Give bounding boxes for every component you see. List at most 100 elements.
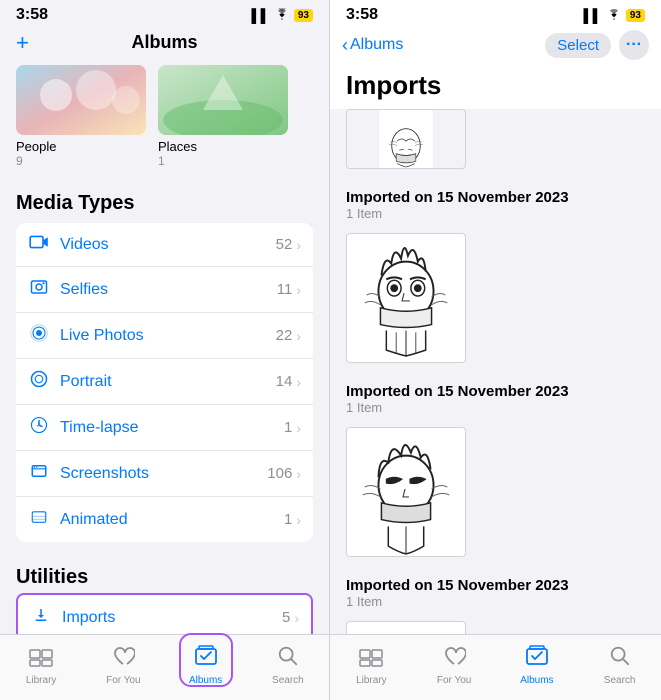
places-label: Places bbox=[158, 139, 197, 154]
wifi-icon bbox=[274, 8, 290, 23]
videos-icon bbox=[28, 234, 50, 255]
portrait-item[interactable]: Portrait 14 › bbox=[16, 359, 313, 405]
back-label: Albums bbox=[350, 36, 403, 54]
live-photos-chevron: › bbox=[296, 328, 301, 344]
left-page-title: Albums bbox=[131, 32, 197, 53]
import-date-1: Imported on 15 November 2023 bbox=[346, 189, 645, 206]
left-time: 3:58 bbox=[16, 6, 48, 24]
people-label: People bbox=[16, 139, 56, 154]
right-albums-icon bbox=[525, 645, 549, 673]
import-date-3: Imported on 15 November 2023 bbox=[346, 577, 645, 594]
import-group-1-header: Imported on 15 November 2023 1 Item bbox=[330, 177, 661, 225]
selfies-item[interactable]: Selfies 11 › bbox=[16, 267, 313, 313]
import-image-3[interactable] bbox=[330, 613, 661, 634]
imports-count: 5 bbox=[282, 609, 290, 626]
selfies-chevron: › bbox=[296, 282, 301, 298]
select-button[interactable]: Select bbox=[545, 33, 611, 58]
album-thumbnails: People 9 Places 1 bbox=[0, 61, 329, 180]
more-icon: ··· bbox=[626, 36, 642, 54]
right-albums-label: Albums bbox=[520, 675, 553, 686]
screenshots-item[interactable]: Screenshots 106 › bbox=[16, 451, 313, 497]
library-icon bbox=[29, 645, 53, 673]
imports-icon bbox=[30, 606, 52, 629]
portrait-count: 14 bbox=[276, 373, 293, 390]
people-count: 9 bbox=[16, 154, 23, 168]
utilities-header: Utilities bbox=[0, 554, 329, 593]
more-button[interactable]: ··· bbox=[619, 30, 649, 60]
back-button[interactable]: ‹ Albums bbox=[342, 35, 403, 56]
places-thumbnail bbox=[158, 65, 288, 135]
animated-chevron: › bbox=[296, 512, 301, 528]
right-nav: ‹ Albums Select ··· bbox=[330, 28, 661, 68]
right-panel: 3:58 ▌▌ 93 ‹ Albums Select ··· Imp bbox=[330, 0, 661, 700]
videos-item[interactable]: Videos 52 › bbox=[16, 223, 313, 267]
imports-chevron: › bbox=[294, 610, 299, 626]
left-status-bar: 3:58 ▌▌ 93 bbox=[0, 0, 329, 28]
right-nav-actions: Select ··· bbox=[545, 30, 649, 60]
tab-albums[interactable]: Albums bbox=[165, 643, 247, 688]
import-date-2: Imported on 15 November 2023 bbox=[346, 383, 645, 400]
back-chevron-icon: ‹ bbox=[342, 35, 348, 56]
screenshots-count: 106 bbox=[267, 465, 292, 482]
timelapse-item[interactable]: Time-lapse 1 › bbox=[16, 405, 313, 451]
right-tab-library[interactable]: Library bbox=[330, 643, 413, 688]
live-photos-item[interactable]: Live Photos 22 › bbox=[16, 313, 313, 359]
albums-tab-highlight bbox=[179, 633, 233, 687]
left-content: Media Types Videos 52 › bbox=[0, 180, 329, 634]
live-photos-icon bbox=[28, 324, 50, 347]
right-search-icon bbox=[609, 645, 631, 673]
right-for-you-icon bbox=[442, 645, 466, 673]
portrait-icon bbox=[28, 370, 50, 393]
left-tab-bar: Library For You Albums bbox=[0, 634, 329, 700]
timelapse-label: Time-lapse bbox=[60, 419, 284, 437]
import-image-2[interactable] bbox=[330, 419, 661, 565]
add-album-button[interactable]: + bbox=[16, 30, 29, 56]
search-icon bbox=[277, 645, 299, 673]
right-tab-for-you[interactable]: For You bbox=[413, 643, 496, 688]
tab-for-you[interactable]: For You bbox=[82, 643, 164, 688]
tab-search[interactable]: Search bbox=[247, 643, 329, 688]
selfies-icon bbox=[28, 278, 50, 301]
videos-chevron: › bbox=[296, 237, 301, 253]
people-album[interactable]: People 9 bbox=[16, 65, 146, 168]
timelapse-chevron: › bbox=[296, 420, 301, 436]
animated-icon bbox=[28, 508, 50, 531]
places-count: 1 bbox=[158, 154, 165, 168]
right-status-icons: ▌▌ 93 bbox=[583, 8, 645, 23]
animated-label: Animated bbox=[60, 511, 284, 529]
selfies-count: 11 bbox=[277, 281, 293, 298]
for-you-icon bbox=[111, 645, 135, 673]
videos-label: Videos bbox=[60, 236, 276, 254]
tab-library[interactable]: Library bbox=[0, 643, 82, 688]
people-thumbnail bbox=[16, 65, 146, 135]
right-battery: 93 bbox=[626, 9, 645, 22]
import-group-3-header: Imported on 15 November 2023 1 Item bbox=[330, 565, 661, 613]
left-nav-header: + Albums bbox=[0, 28, 329, 61]
library-tab-label: Library bbox=[26, 675, 57, 686]
right-page-title: Imports bbox=[330, 68, 661, 109]
left-battery: 93 bbox=[294, 9, 313, 22]
import-group-2-header: Imported on 15 November 2023 1 Item bbox=[330, 371, 661, 419]
animated-item[interactable]: Animated 1 › bbox=[16, 497, 313, 542]
portrait-label: Portrait bbox=[60, 373, 276, 391]
right-time: 3:58 bbox=[346, 6, 378, 24]
right-tab-search[interactable]: Search bbox=[578, 643, 661, 688]
right-content: Imported on 15 November 2023 1 Item bbox=[330, 109, 661, 634]
imports-list-item[interactable]: Imports 5 › bbox=[18, 595, 311, 634]
import-image-1[interactable] bbox=[330, 225, 661, 371]
media-types-list: Videos 52 › Selfies 11 › bbox=[16, 223, 313, 542]
right-status-bar: 3:58 ▌▌ 93 bbox=[330, 0, 661, 28]
places-album[interactable]: Places 1 bbox=[158, 65, 288, 168]
screenshots-label: Screenshots bbox=[60, 465, 267, 483]
right-tab-albums[interactable]: Albums bbox=[496, 643, 579, 688]
imports-highlighted[interactable]: Imports 5 › bbox=[16, 593, 313, 634]
right-tab-bar: Library For You Albums bbox=[330, 634, 661, 700]
for-you-tab-label: For You bbox=[106, 675, 140, 686]
right-signal-icon: ▌▌ bbox=[583, 8, 601, 23]
right-wifi-icon bbox=[606, 8, 622, 23]
import-count-3: 1 Item bbox=[346, 594, 645, 609]
left-status-icons: ▌▌ 93 bbox=[251, 8, 313, 23]
animated-count: 1 bbox=[284, 511, 292, 528]
search-tab-label: Search bbox=[272, 675, 304, 686]
import-count-1: 1 Item bbox=[346, 206, 645, 221]
